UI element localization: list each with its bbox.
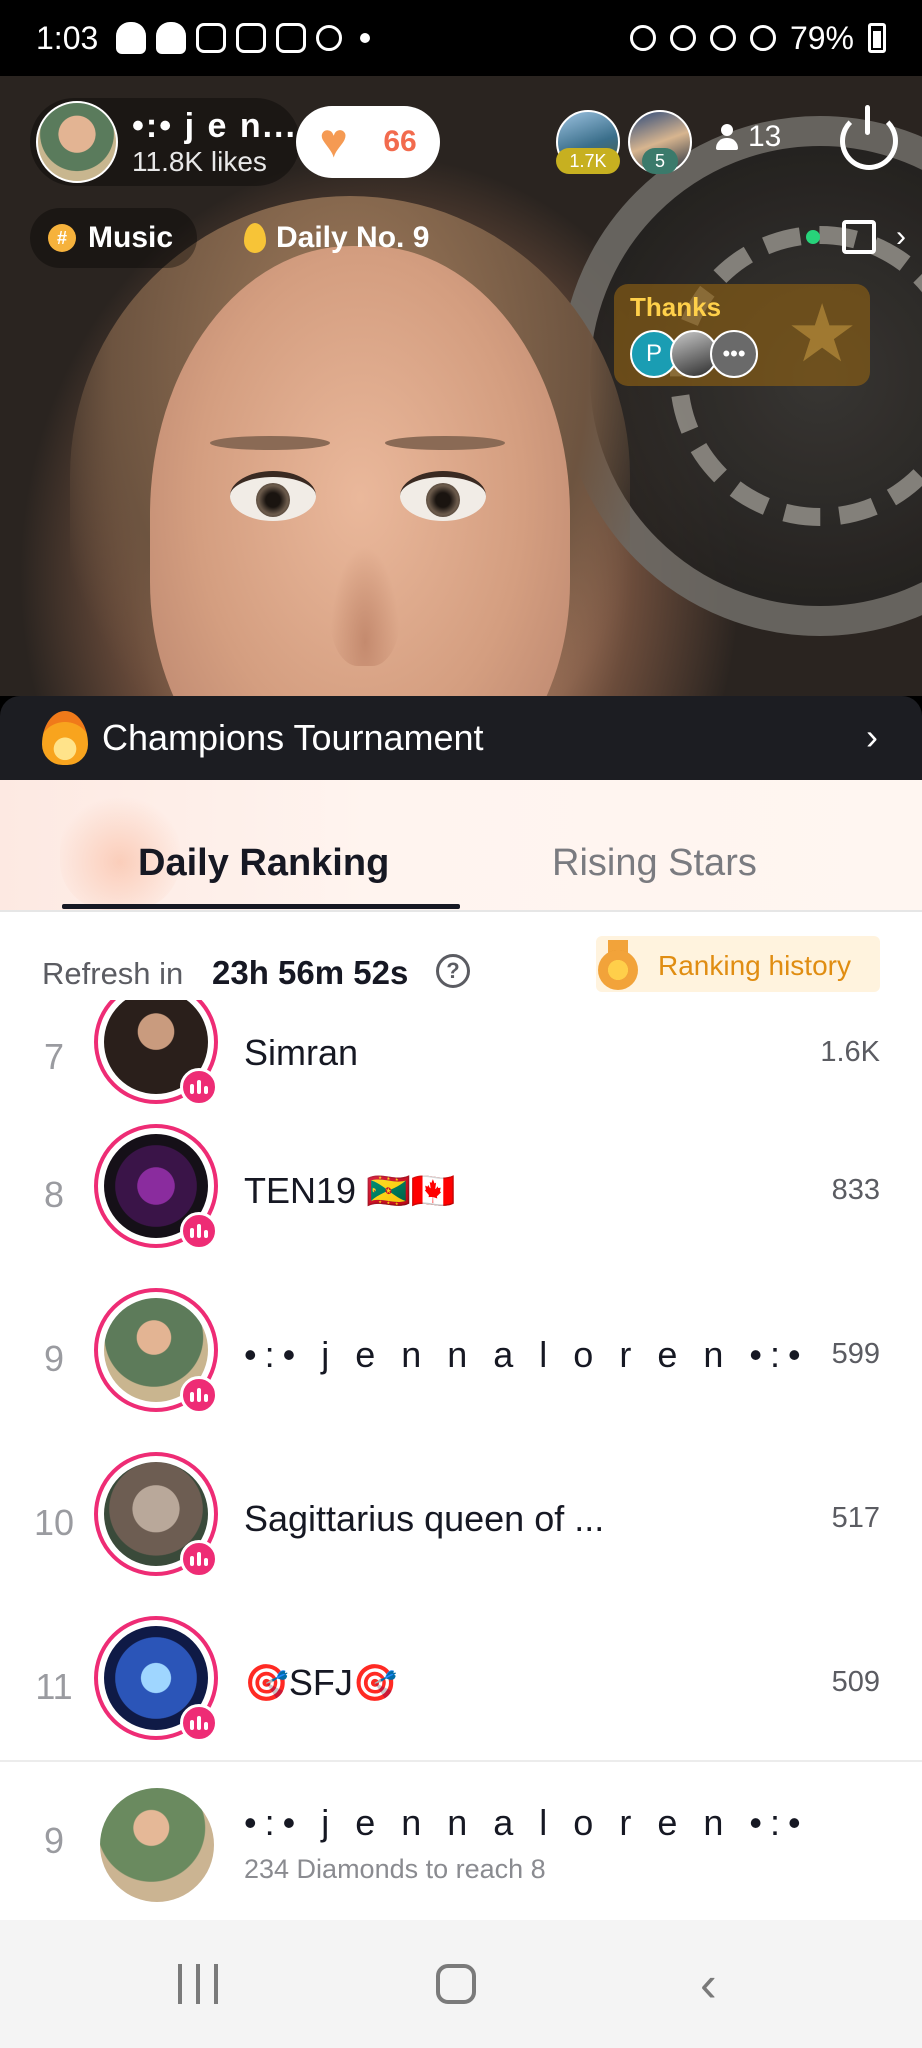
ranking-history-label: Ranking history: [658, 950, 851, 981]
status-time: 1:03: [36, 19, 99, 56]
host-info[interactable]: •:• j e n... 11.8K likes: [30, 98, 300, 186]
live-icon: [180, 1376, 218, 1414]
like-count: 66: [383, 125, 417, 158]
house-icon[interactable]: [842, 220, 876, 254]
flame-icon: [42, 711, 88, 765]
music-tag-label: Music: [88, 221, 174, 254]
medal-icon: [596, 940, 640, 992]
ranking-tabs: Daily Ranking Rising Stars: [0, 780, 922, 912]
user-name: 🎯SFJ🎯: [244, 1662, 398, 1703]
system-icons: 79%: [629, 19, 886, 57]
more-icon: •••: [710, 330, 758, 378]
flame-icon: [244, 223, 266, 253]
user-score: 517: [831, 1502, 880, 1534]
user-name: •:• j e n n a l o r e n •:•: [244, 1334, 809, 1375]
tab-daily-ranking[interactable]: Daily Ranking: [138, 842, 389, 885]
user-score: 599: [831, 1338, 880, 1370]
notification-icons: [116, 22, 371, 54]
bluetooth-icon: [669, 25, 696, 51]
live-icon: [180, 1212, 218, 1250]
recent-apps-icon[interactable]: [178, 1964, 218, 2004]
viewer-count[interactable]: 13: [716, 120, 781, 154]
status-bar: 1:03 79%: [0, 0, 922, 76]
rank-number: 7: [43, 1036, 65, 1077]
instagram-icon: [236, 23, 267, 53]
user-score: 509: [831, 1666, 880, 1698]
thanks-label: Thanks: [630, 292, 722, 322]
my-rank-row[interactable]: 9 •:• j e n n a l o r e n •:• 234 Diamon…: [0, 1760, 922, 1920]
home-icon[interactable]: [436, 1964, 476, 2004]
live-icon: [180, 1704, 218, 1742]
back-icon[interactable]: ‹: [700, 1959, 717, 2009]
my-avatar[interactable]: [100, 1788, 214, 1902]
like-button[interactable]: ♥ 66: [296, 106, 440, 178]
nose: [330, 546, 400, 666]
battery-percent: 79%: [789, 19, 854, 56]
hashtag-icon: #: [48, 224, 76, 252]
battery-icon: [868, 23, 886, 53]
chevron-right-icon: ›: [866, 716, 878, 757]
user-name: Simran: [244, 1032, 359, 1073]
host-name: •:• j e n...: [132, 106, 297, 145]
user-score: 1.6K: [820, 1036, 880, 1068]
refresh-label: Refresh in: [42, 956, 184, 991]
ranking-row[interactable]: 8 TEN19 🇬🇩🇨🇦 833: [0, 1124, 922, 1288]
viewer-badge: 1.7K: [556, 148, 620, 174]
system-nav-bar: ‹: [0, 1920, 922, 2048]
ranking-row[interactable]: 10 Sagittarius queen of ... 517: [0, 1452, 922, 1616]
power-icon[interactable]: [840, 105, 898, 170]
live-icon: [180, 1068, 218, 1106]
thanks-card[interactable]: ★ Thanks P •••: [614, 284, 870, 386]
host-text: •:• j e n... 11.8K likes: [132, 107, 297, 178]
star-icon: ★: [786, 289, 858, 378]
ranking-row[interactable]: 11 🎯SFJ🎯 509: [0, 1616, 922, 1780]
snapchat-icon: [116, 22, 147, 54]
ranking-row[interactable]: 9 •:• j e n n a l o r e n •:• 599: [0, 1288, 922, 1452]
active-tab-indicator: [62, 904, 460, 909]
chevron-right-icon[interactable]: ›: [896, 220, 906, 254]
live-icon: [180, 1540, 218, 1578]
eye: [230, 471, 316, 521]
ranking-panel: Daily Ranking Rising Stars Refresh in 23…: [0, 780, 922, 1920]
rank-number: 11: [35, 1666, 73, 1707]
refresh-countdown: 23h 56m 52s: [212, 954, 409, 991]
tab-rising-stars[interactable]: Rising Stars: [552, 842, 757, 885]
host-avatar[interactable]: [36, 101, 118, 183]
my-name: •:• j e n n a l o r e n •:•: [244, 1802, 809, 1843]
champions-title: Champions Tournament: [102, 717, 484, 758]
live-status-dot: [806, 230, 820, 244]
daily-rank-tag[interactable]: Daily No. 9: [222, 208, 451, 268]
more-notifications-dot: [360, 33, 371, 43]
mute-icon: [709, 25, 736, 51]
rank-number: 10: [33, 1502, 75, 1543]
person-icon: [716, 124, 738, 150]
wifi-icon: [749, 25, 776, 51]
user-score: 833: [831, 1174, 880, 1206]
daily-rank-label: Daily No. 9: [276, 221, 430, 254]
user-name: Sagittarius queen of ...: [244, 1498, 605, 1539]
messenger-icon: [316, 25, 343, 51]
instagram-icon: [276, 23, 307, 53]
rank-number: 9: [43, 1338, 65, 1379]
my-rank-number: 9: [43, 1820, 65, 1861]
snapchat-icon: [156, 22, 187, 54]
champions-tournament-banner[interactable]: Champions Tournament ›: [0, 696, 922, 780]
alarm-icon: [629, 25, 656, 51]
viewer-badge: 5: [642, 148, 678, 174]
user-name: TEN19 🇬🇩🇨🇦: [244, 1170, 456, 1211]
instagram-icon: [196, 23, 227, 53]
brow: [210, 436, 330, 450]
music-tag[interactable]: # Music: [30, 208, 198, 268]
viewer-count-value: 13: [748, 120, 782, 153]
help-icon[interactable]: ?: [436, 954, 470, 988]
brow: [385, 436, 505, 450]
rank-number: 8: [43, 1174, 65, 1215]
heart-icon: ♥: [319, 115, 348, 168]
eye: [400, 471, 486, 521]
host-likes: 11.8K likes: [132, 145, 267, 177]
diamonds-to-next-rank: 234 Diamonds to reach 8: [244, 1854, 546, 1884]
